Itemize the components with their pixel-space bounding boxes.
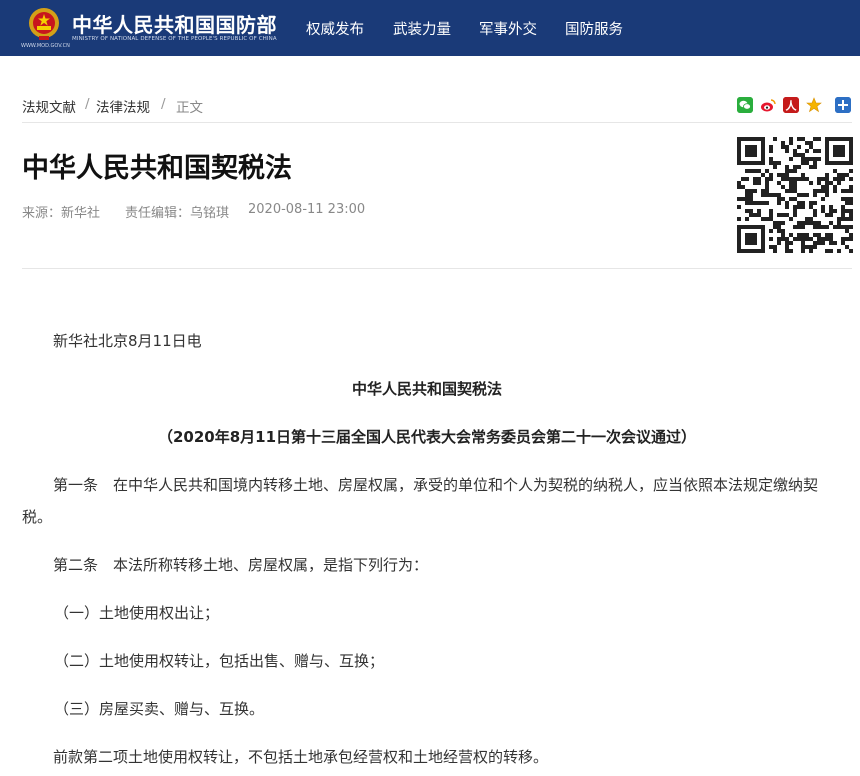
breadcrumb-divider bbox=[22, 122, 852, 123]
article-paragraph: 第一条 在中华人民共和国境内转移土地、房屋权属，承受的单位和个人为契税的纳税人，… bbox=[22, 476, 819, 526]
site-url-text: WWW.MOD.GOV.CN bbox=[21, 43, 70, 49]
people-icon[interactable]: 人 bbox=[783, 97, 799, 113]
article-paragraph: 第二条 本法所称转移土地、房屋权属，是指下列行为： bbox=[53, 556, 429, 574]
list-item: （一）土地使用权出让； bbox=[54, 604, 220, 622]
article-dateline: 新华社北京8月11日电 bbox=[53, 332, 202, 350]
article-source: 来源：新华社 bbox=[22, 206, 101, 221]
article-paragraph: 前款第二项土地使用权转让，不包括土地承包经营权和土地经营权的转移。 bbox=[53, 748, 549, 766]
breadcrumb-separator: / bbox=[161, 96, 166, 112]
site-logo-subtitle: MINISTRY OF NATIONAL DEFENSE OF THE PEOP… bbox=[72, 36, 277, 42]
site-header: 中华人民共和国国防部 MINISTRY OF NATIONAL DEFENSE … bbox=[0, 0, 860, 56]
article-editor: 责任编辑：乌铭琪 bbox=[125, 206, 230, 221]
star-icon[interactable] bbox=[806, 97, 822, 113]
list-item: （三）房屋买卖、赠与、互换。 bbox=[54, 700, 265, 718]
article-date: 2020-08-11 23:00 bbox=[248, 202, 366, 217]
law-title: 中华人民共和国契税法 bbox=[351, 380, 502, 398]
more-icon[interactable] bbox=[835, 97, 851, 113]
nav-authoritative-release[interactable]: 权威发布 bbox=[306, 18, 364, 39]
breadcrumb-current: 正文 bbox=[176, 100, 203, 116]
wechat-icon[interactable] bbox=[737, 97, 753, 113]
national-emblem-icon[interactable] bbox=[28, 7, 60, 41]
site-logo-title[interactable]: 中华人民共和国国防部 bbox=[72, 9, 277, 38]
nav-defense-services[interactable]: 国防服务 bbox=[565, 18, 623, 39]
breadcrumb-laws[interactable]: 法律法规 bbox=[96, 96, 150, 116]
law-subtitle: （2020年8月11日第十三届全国人民代表大会常务委员会第二十一次会议通过） bbox=[157, 428, 697, 446]
breadcrumb-separator: / bbox=[85, 96, 90, 112]
breadcrumb-regulations[interactable]: 法规文献 bbox=[22, 96, 76, 116]
list-item: （二）土地使用权转让，包括出售、赠与、互换； bbox=[54, 652, 385, 670]
article-title: 中华人民共和国契税法 bbox=[22, 153, 292, 184]
nav-armed-forces[interactable]: 武装力量 bbox=[393, 18, 451, 39]
svg-text:人: 人 bbox=[786, 99, 798, 113]
nav-military-diplomacy[interactable]: 军事外交 bbox=[479, 18, 537, 39]
header-divider bbox=[22, 268, 852, 269]
weibo-icon[interactable] bbox=[760, 97, 776, 113]
qr-code-icon bbox=[737, 137, 853, 253]
